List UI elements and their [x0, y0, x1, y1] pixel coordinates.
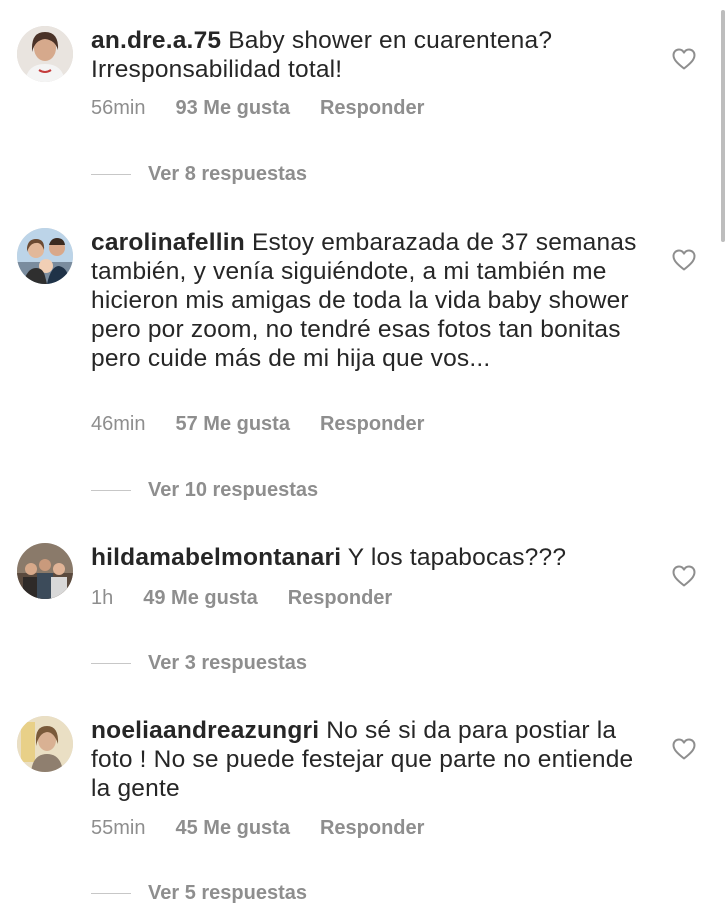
comment-body: hildamabelmontanari Y los tapabocas???	[91, 543, 651, 572]
comment-meta: 56min 93 Me gusta Responder	[91, 93, 424, 123]
view-replies-label: Ver 10 respuestas	[148, 479, 319, 501]
divider-line	[91, 490, 131, 492]
divider-line	[91, 893, 131, 895]
comment-time: 55min	[91, 817, 146, 839]
comment-username[interactable]: carolinafellin	[91, 229, 245, 256]
likes-count-link[interactable]: 93 Me gusta	[175, 93, 289, 123]
avatar[interactable]	[17, 26, 73, 82]
reply-button[interactable]: Responder	[320, 93, 424, 123]
view-replies-link[interactable]: Ver 10 respuestas	[91, 475, 318, 505]
heart-outline-icon[interactable]	[672, 738, 696, 760]
comment-username[interactable]: an.dre.a.75	[91, 27, 221, 54]
comment-body: noeliaandreazungri No sé si da para post…	[91, 716, 651, 803]
comment-time: 1h	[91, 587, 114, 609]
comment-username[interactable]: noeliaandreazungri	[91, 717, 319, 744]
likes-count-link[interactable]: 49 Me gusta	[143, 583, 257, 613]
heart-outline-icon[interactable]	[672, 48, 696, 70]
avatar[interactable]	[17, 543, 73, 599]
divider-line	[91, 663, 131, 665]
view-replies-label: Ver 3 respuestas	[148, 652, 307, 674]
reply-button[interactable]: Responder	[320, 813, 424, 843]
comment-meta: 55min 45 Me gusta Responder	[91, 813, 424, 843]
comment-body: an.dre.a.75 Baby shower en cuarentena? I…	[91, 26, 651, 84]
comment-meta: 1h 49 Me gusta Responder	[91, 583, 392, 613]
avatar[interactable]	[17, 228, 73, 284]
divider-line	[91, 174, 131, 176]
view-replies-link[interactable]: Ver 8 respuestas	[91, 159, 307, 189]
heart-outline-icon[interactable]	[672, 565, 696, 587]
reply-button[interactable]: Responder	[288, 583, 392, 613]
likes-count-link[interactable]: 45 Me gusta	[175, 813, 289, 843]
view-replies-label: Ver 5 respuestas	[148, 882, 307, 904]
view-replies-link[interactable]: Ver 5 respuestas	[91, 878, 307, 908]
comment-username[interactable]: hildamabelmontanari	[91, 544, 341, 571]
view-replies-link[interactable]: Ver 3 respuestas	[91, 648, 307, 678]
comment-text: Y los tapabocas???	[341, 544, 567, 571]
reply-button[interactable]: Responder	[320, 409, 424, 439]
comment-body: carolinafellin Estoy embarazada de 37 se…	[91, 228, 651, 373]
comment-time: 46min	[91, 413, 146, 435]
heart-outline-icon[interactable]	[672, 249, 696, 271]
avatar[interactable]	[17, 716, 73, 772]
likes-count-link[interactable]: 57 Me gusta	[175, 409, 289, 439]
view-replies-label: Ver 8 respuestas	[148, 163, 307, 185]
comment-time: 56min	[91, 97, 146, 119]
scrollbar[interactable]	[721, 10, 725, 242]
comment-meta: 46min 57 Me gusta Responder	[91, 409, 424, 439]
